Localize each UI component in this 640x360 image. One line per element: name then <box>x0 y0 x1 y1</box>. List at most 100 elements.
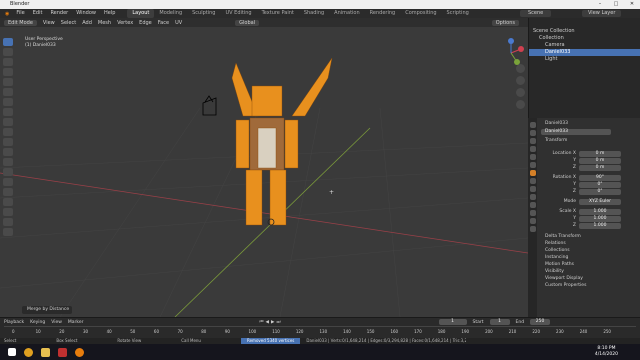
object-name-field[interactable]: Daniel033 <box>541 129 611 135</box>
spin-tool-icon[interactable] <box>3 178 13 186</box>
pan-hand-icon[interactable] <box>516 76 525 85</box>
properties-panel-header[interactable]: Delta Transform <box>541 233 640 240</box>
tab-uv-editing[interactable]: UV Editing <box>220 9 256 18</box>
location-x-field[interactable]: 0 m <box>579 150 621 157</box>
zoom-icon[interactable] <box>516 64 525 73</box>
viewport-menu-vertex[interactable]: Vertex <box>114 20 136 26</box>
physics-tab-icon[interactable] <box>529 194 536 200</box>
outliner-row[interactable]: Light <box>529 56 640 63</box>
tab-sculpting[interactable]: Sculpting <box>187 9 220 18</box>
tab-layout[interactable]: Layout <box>127 9 155 18</box>
file-explorer-icon[interactable] <box>41 347 50 357</box>
end-frame-field[interactable]: 250 <box>530 319 551 325</box>
location-z-field[interactable]: 0 m <box>579 164 621 171</box>
world-tab-icon[interactable] <box>529 162 536 168</box>
outliner-row[interactable]: Camera <box>529 42 640 49</box>
app-icon[interactable] <box>58 347 67 357</box>
menu-file[interactable]: File <box>12 9 28 18</box>
properties-panel-header[interactable]: Motion Paths <box>541 261 640 268</box>
viewport-menu-select[interactable]: Select <box>58 20 79 26</box>
menu-edit[interactable]: Edit <box>29 9 47 18</box>
timeline-menu-keying[interactable]: Keying <box>30 320 45 325</box>
bevel-tool-icon[interactable] <box>3 138 13 146</box>
annotate-tool-icon[interactable] <box>3 98 13 106</box>
blender-taskbar-icon[interactable] <box>75 347 84 357</box>
transform-tool-icon[interactable] <box>3 88 13 96</box>
tool-tab-icon[interactable] <box>529 122 536 128</box>
scene-tab-icon[interactable] <box>529 154 536 160</box>
outliner-row[interactable]: Collection <box>529 35 640 42</box>
grid-ortho-icon[interactable] <box>516 100 525 109</box>
last-operator-panel[interactable]: Merge by Distance <box>22 306 72 314</box>
timeline-menu-view[interactable]: View <box>51 320 62 325</box>
playback-controls[interactable]: ⏮◀▶⏭ <box>259 319 282 325</box>
properties-panel-header[interactable]: Instancing <box>541 254 640 261</box>
rotate-tool-icon[interactable] <box>3 68 13 76</box>
material-tab-icon[interactable] <box>529 218 536 224</box>
mode-selector[interactable]: Edit Mode <box>4 19 37 26</box>
rotation-y-field[interactable]: 0° <box>579 181 621 188</box>
rotation-z-field[interactable]: 0° <box>579 188 621 195</box>
properties-panel-header[interactable]: Collections <box>541 247 640 254</box>
viewport-menu-edge[interactable]: Edge <box>136 20 155 26</box>
tab-rendering[interactable]: Rendering <box>365 9 401 18</box>
3d-viewport[interactable]: + <box>0 18 528 317</box>
tab-compositing[interactable]: Compositing <box>400 9 441 18</box>
output-tab-icon[interactable] <box>529 138 536 144</box>
chrome-icon[interactable] <box>24 347 33 357</box>
scale-y-field[interactable]: 1.000 <box>579 215 621 222</box>
start-menu-icon[interactable] <box>8 348 16 356</box>
modifier-tab-icon[interactable] <box>529 178 536 184</box>
particles-tab-icon[interactable] <box>529 186 536 192</box>
outliner-row[interactable]: Daniel033 <box>529 49 640 56</box>
knife-tool-icon[interactable] <box>3 158 13 166</box>
timeline-menu-playback[interactable]: Playback <box>4 320 24 325</box>
constraints-tab-icon[interactable] <box>529 202 536 208</box>
tab-modeling[interactable]: Modeling <box>154 9 187 18</box>
viewport-menu-view[interactable]: View <box>40 20 58 26</box>
loop-cut-tool-icon[interactable] <box>3 148 13 156</box>
menu-window[interactable]: Window <box>72 9 100 18</box>
viewport-menu-face[interactable]: Face <box>155 20 172 26</box>
start-frame-field[interactable]: 1 <box>489 319 510 325</box>
location-y-field[interactable]: 0 m <box>579 157 621 164</box>
outliner-row[interactable]: Scene Collection <box>529 28 640 35</box>
data-tab-icon[interactable] <box>529 210 536 216</box>
orientation-selector[interactable]: Global <box>235 19 260 26</box>
poly-build-tool-icon[interactable] <box>3 168 13 176</box>
scale-x-field[interactable]: 1.000 <box>579 208 621 215</box>
tab-scripting[interactable]: Scripting <box>442 9 474 18</box>
tab-animation[interactable]: Animation <box>329 9 365 18</box>
cursor-tool-icon[interactable] <box>3 48 13 56</box>
extrude-tool-icon[interactable] <box>3 118 13 126</box>
shear-tool-icon[interactable] <box>3 218 13 226</box>
menu-render[interactable]: Render <box>46 9 72 18</box>
measure-tool-icon[interactable] <box>3 108 13 116</box>
edge-slide-tool-icon[interactable] <box>3 198 13 206</box>
options-dropdown[interactable]: Options <box>491 19 519 26</box>
properties-panel-header[interactable]: Viewport Display <box>541 275 640 282</box>
properties-panel-header[interactable]: Relations <box>541 240 640 247</box>
object-tab-icon[interactable] <box>529 170 536 176</box>
tab-shading[interactable]: Shading <box>299 9 329 18</box>
system-clock[interactable]: 8:10 PM 4/14/2020 <box>595 346 618 358</box>
current-frame-field[interactable]: 1 <box>438 319 467 325</box>
properties-panel-header[interactable]: Custom Properties <box>541 282 640 289</box>
inset-tool-icon[interactable] <box>3 128 13 136</box>
render-tab-icon[interactable] <box>529 130 536 136</box>
view-layer-selector[interactable]: View Layer <box>582 10 622 17</box>
rotation-mode-select[interactable]: XYZ Euler <box>579 198 621 205</box>
view-layer-tab-icon[interactable] <box>529 146 536 152</box>
rotation-x-field[interactable]: 90° <box>579 174 621 181</box>
maximize-button[interactable]: □ <box>608 0 624 9</box>
rip-tool-icon[interactable] <box>3 228 13 236</box>
smooth-tool-icon[interactable] <box>3 188 13 196</box>
properties-panel-header[interactable]: Visibility <box>541 268 640 275</box>
timeline-menu-marker[interactable]: Marker <box>68 320 84 325</box>
blender-logo-icon[interactable]: ◉ <box>2 11 12 17</box>
viewport-menu-add[interactable]: Add <box>79 20 95 26</box>
viewport-menu-mesh[interactable]: Mesh <box>95 20 114 26</box>
scale-z-field[interactable]: 1.000 <box>579 222 621 229</box>
close-button[interactable]: ✕ <box>624 0 640 9</box>
shrink-tool-icon[interactable] <box>3 208 13 216</box>
